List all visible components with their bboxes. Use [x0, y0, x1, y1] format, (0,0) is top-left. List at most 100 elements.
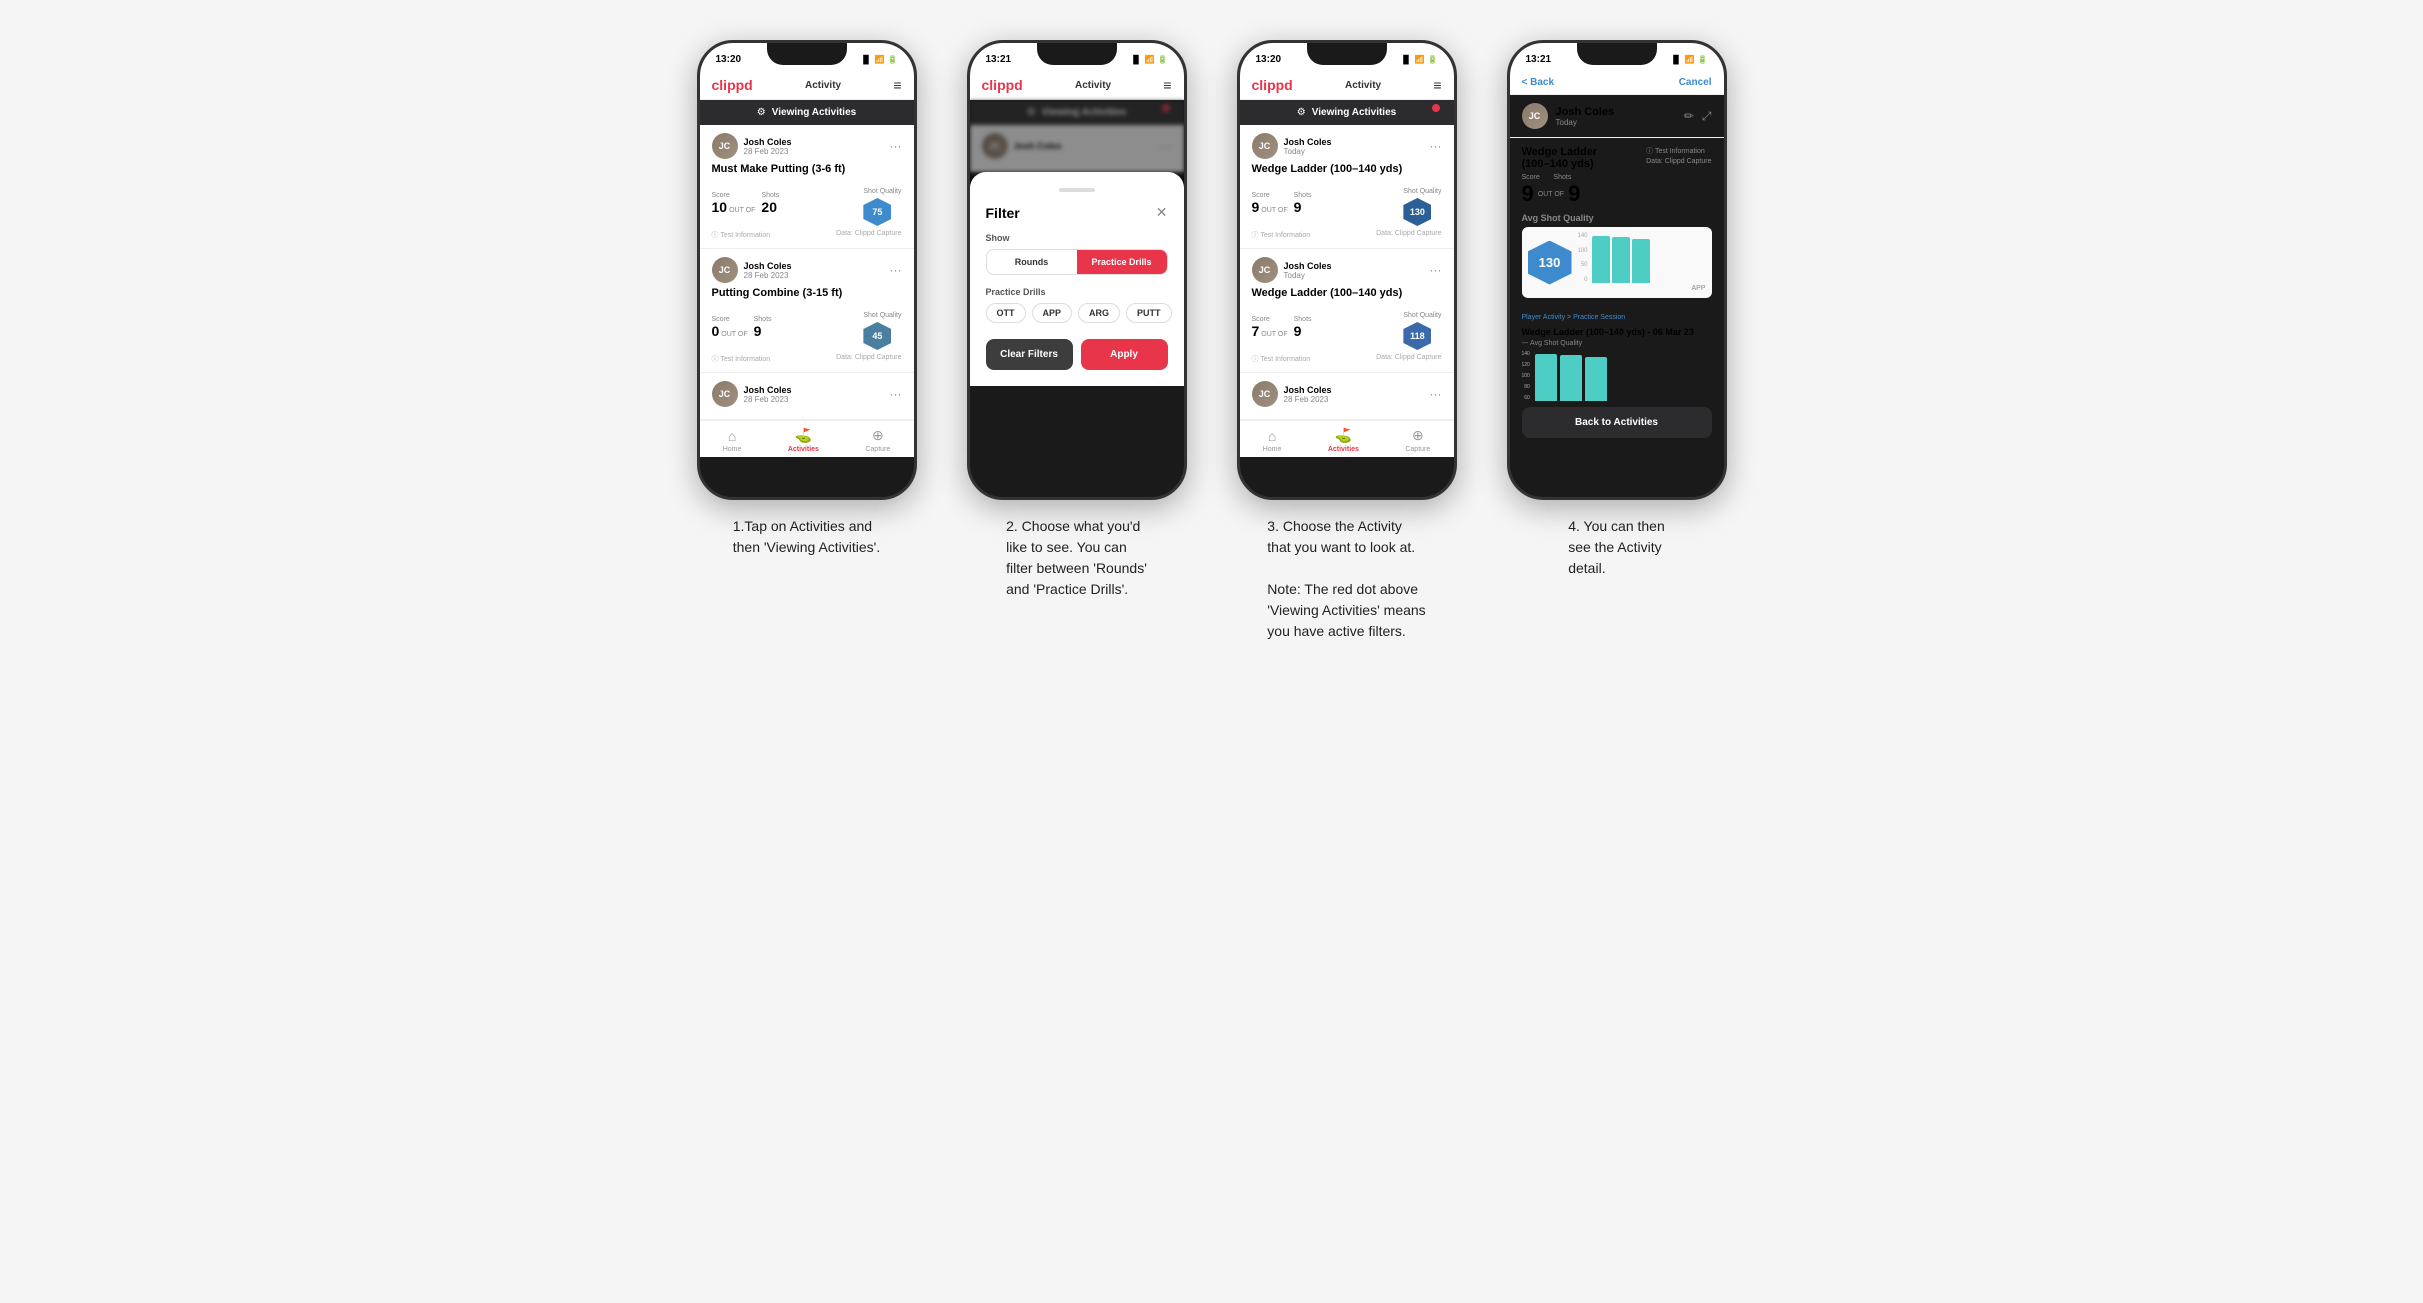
viewing-banner-text-1: Viewing Activities: [772, 107, 856, 118]
detail-user-date-4: Today: [1556, 118, 1615, 127]
user-row-1-1: JC Josh Coles 28 Feb 2023: [712, 133, 792, 159]
activity-card-1-2[interactable]: JC Josh Coles 28 Feb 2023 ··· Putting Co…: [700, 249, 914, 373]
hamburger-1[interactable]: ≡: [893, 77, 901, 93]
expand-icon-4[interactable]: ⤢: [1702, 109, 1712, 124]
toggle-rounds-2[interactable]: Rounds: [987, 250, 1077, 274]
show-label-2: Show: [986, 233, 1168, 243]
viewing-banner-1[interactable]: ⚙ Viewing Activities: [700, 100, 914, 125]
nav-bar-1: clippd Activity ≡: [700, 71, 914, 100]
chip-arg-2[interactable]: ARG: [1078, 303, 1120, 323]
card-menu-1-2[interactable]: ···: [890, 263, 902, 277]
phone-notch-1: [767, 43, 847, 65]
phone-content-3: JC Josh Coles Today ··· Wedge Ladder (10…: [1240, 125, 1454, 457]
back-button-4[interactable]: < Back: [1522, 77, 1555, 88]
detail-nav-4: < Back Cancel: [1510, 71, 1724, 95]
edit-icon-4[interactable]: ✏: [1684, 109, 1694, 124]
bottom-tabs-1: ⌂ Home ⛳ Activities ⊕ Capture: [700, 420, 914, 457]
bar-2-4: [1560, 355, 1582, 401]
card-menu-1-1[interactable]: ···: [890, 139, 902, 153]
quality-hex-4: 130: [1528, 241, 1572, 285]
avatar-1-1: JC: [712, 133, 738, 159]
capture-icon-1: ⊕: [872, 427, 884, 444]
quality-badge-1-2: 45: [863, 322, 891, 350]
banner-dot-3: [1432, 104, 1440, 112]
clear-filters-button-2[interactable]: Clear Filters: [986, 339, 1073, 370]
avatar-1-2: JC: [712, 257, 738, 283]
drill-title-4: Wedge Ladder(100–140 yds): [1522, 146, 1598, 170]
tab-activities-3[interactable]: ⛳ Activities: [1328, 427, 1359, 453]
viewing-banner-3[interactable]: ⚙ Viewing Activities: [1240, 100, 1454, 125]
status-time-1: 13:20: [716, 54, 742, 65]
toggle-group-2: Rounds Practice Drills: [986, 249, 1168, 275]
avatar-4: JC: [1522, 103, 1548, 129]
caption-2: 2. Choose what you'd like to see. You ca…: [1006, 516, 1147, 600]
detail-content-4: Wedge Ladder(100–140 yds) Score Shots 9 …: [1510, 138, 1724, 446]
avatar-1-3: JC: [712, 381, 738, 407]
phone-notch-4: [1577, 43, 1657, 65]
cancel-button-4[interactable]: Cancel: [1679, 77, 1712, 88]
nav-center-2: Activity: [1075, 80, 1111, 91]
activity-card-3-1[interactable]: JC Josh Coles Today ··· Wedge Ladder (10…: [1240, 125, 1454, 249]
bottom-tabs-3: ⌂ Home ⛳ Activities ⊕ Capture: [1240, 420, 1454, 457]
tab-activities-label-1: Activities: [788, 446, 819, 453]
user-date-1-1: 28 Feb 2023: [744, 147, 792, 156]
activity-card-3-3[interactable]: JC Josh Coles 28 Feb 2023 ···: [1240, 373, 1454, 420]
chart-area-4: 130 140 100 50 0: [1522, 227, 1712, 298]
modal-close-2[interactable]: ✕: [1156, 204, 1168, 221]
chip-putt-2[interactable]: PUTT: [1126, 303, 1172, 323]
tab-capture-label-1: Capture: [865, 446, 890, 453]
chip-app-2[interactable]: APP: [1032, 303, 1073, 323]
detail-icons-4: ✏ ⤢: [1684, 109, 1712, 124]
status-time-4: 13:21: [1526, 54, 1552, 65]
status-time-2: 13:21: [986, 54, 1012, 65]
blurred-card-2: JC Josh Coles ···: [970, 125, 1184, 172]
user-info-1-2: Josh Coles 28 Feb 2023: [744, 261, 792, 280]
nav-center-3: Activity: [1345, 80, 1381, 91]
back-to-activities-4[interactable]: Back to Activities: [1522, 407, 1712, 438]
tab-activities-1[interactable]: ⛳ Activities: [788, 427, 819, 453]
caption-1: 1.Tap on Activities and then 'Viewing Ac…: [733, 516, 881, 558]
tab-home-label-1: Home: [723, 446, 742, 453]
phone-content-4: JC Josh Coles Today ✏ ⤢: [1510, 95, 1724, 446]
tab-capture-1[interactable]: ⊕ Capture: [865, 427, 890, 453]
score-shots-quality-1-1: Score 10 OUT OF Shots 20: [712, 180, 902, 226]
modal-overlay-2: Filter ✕ Show Rounds Practice Drills Pra…: [970, 172, 1184, 386]
activity-card-1-3[interactable]: JC Josh Coles 28 Feb 2023 ···: [700, 373, 914, 420]
card-title-1-1: Must Make Putting (3-6 ft): [712, 163, 902, 175]
user-date-1-2: 28 Feb 2023: [744, 271, 792, 280]
filter-modal-2: Filter ✕ Show Rounds Practice Drills Pra…: [970, 172, 1184, 386]
activity-card-3-2[interactable]: JC Josh Coles Today ··· Wedge Ladder (10…: [1240, 249, 1454, 373]
phone-frame-2: 13:21 ▐▌ 📶 🔋 clippd Activity ≡ ⚙ Viewing…: [967, 40, 1187, 500]
card-header-1-2: JC Josh Coles 28 Feb 2023 ···: [712, 257, 902, 283]
bar-1-4: [1535, 354, 1557, 401]
card-footer-1-2: ⓘ Test Information Data: Clippd Capture: [712, 354, 902, 364]
hamburger-3[interactable]: ≡: [1433, 77, 1441, 93]
tab-capture-3[interactable]: ⊕ Capture: [1405, 427, 1430, 453]
tab-home-1[interactable]: ⌂ Home: [723, 428, 742, 453]
status-icons-3: ▐▌ 📶 🔋: [1400, 55, 1437, 64]
nav-center-1: Activity: [805, 80, 841, 91]
status-icons-1: ▐▌ 📶 🔋: [860, 55, 897, 64]
logo-3: clippd: [1252, 77, 1293, 93]
chip-ott-2[interactable]: OTT: [986, 303, 1026, 323]
hamburger-2[interactable]: ≡: [1163, 77, 1171, 93]
caption-3: 3. Choose the Activity that you want to …: [1267, 516, 1425, 642]
detail-user-row-4: JC Josh Coles Today ✏ ⤢: [1510, 95, 1724, 138]
shots-section-1-1: Shots 20: [761, 192, 779, 215]
toggle-practice-2[interactable]: Practice Drills: [1077, 250, 1167, 274]
phone-column-2: 13:21 ▐▌ 📶 🔋 clippd Activity ≡ ⚙ Viewing…: [957, 40, 1197, 600]
phone-column-4: 13:21 ▐▌ 📶 🔋 < Back Cancel JC J: [1497, 40, 1737, 579]
score-section-1-1: Score 10 OUT OF: [712, 192, 756, 215]
score-shots-quality-1-2: Score 0 OUT OF Shots 9: [712, 304, 902, 350]
status-time-3: 13:20: [1256, 54, 1282, 65]
nav-bar-2: clippd Activity ≡: [970, 71, 1184, 100]
bar-chart-4: 140 120 100 80 60: [1522, 351, 1712, 401]
filter-icon-1: ⚙: [757, 107, 766, 118]
tab-home-3[interactable]: ⌂ Home: [1263, 428, 1282, 453]
activities-icon-1: ⛳: [795, 427, 812, 444]
phone-column-1: 13:20 ▐▌ 📶 🔋 clippd Activity ≡ ⚙ Viewing…: [687, 40, 927, 558]
banner-dot-2: [1162, 104, 1170, 112]
modal-actions-2: Clear Filters Apply: [986, 339, 1168, 370]
activity-card-1-1[interactable]: JC Josh Coles 28 Feb 2023 ··· Must Make …: [700, 125, 914, 249]
apply-button-2[interactable]: Apply: [1081, 339, 1168, 370]
